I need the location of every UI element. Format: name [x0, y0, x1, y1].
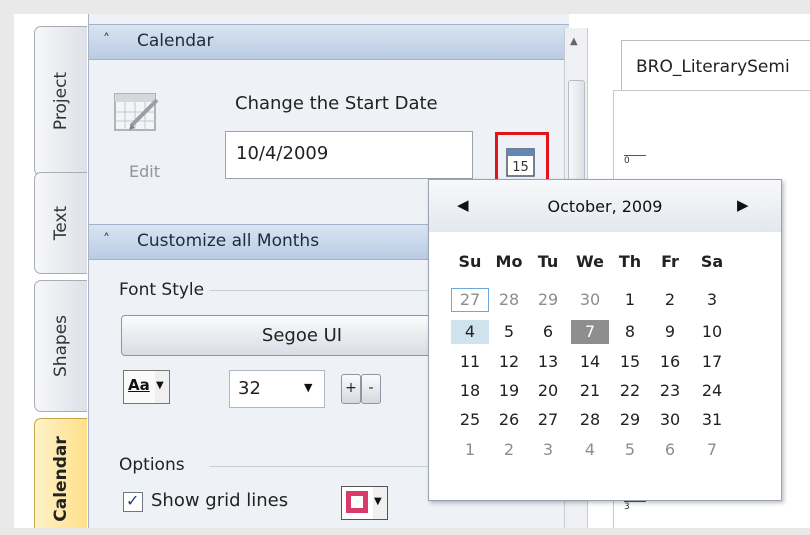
calendar-day[interactable]: 13 — [529, 350, 567, 374]
calendar-day[interactable]: 1 — [451, 438, 489, 462]
weekday-header: Sa — [700, 252, 724, 271]
collapse-chevron-icon[interactable]: ˄ — [103, 232, 110, 248]
ruler-marker: 0 — [624, 155, 646, 166]
calendar-edit-icon[interactable] — [111, 86, 163, 136]
document-tab-title: BRO_LiterarySemi — [636, 57, 790, 77]
weekday-header: Tu — [537, 252, 559, 271]
calendar-day[interactable]: 8 — [611, 320, 649, 344]
app-window: Project Text Shapes Calendar ˄ Calendar … — [14, 14, 810, 528]
calendar-day[interactable]: 27 — [451, 288, 489, 312]
chevron-down-icon: ▼ — [374, 496, 382, 507]
vertical-tab-strip: Project Text Shapes Calendar — [14, 14, 90, 528]
ruler-marker: 3 — [624, 501, 646, 512]
calendar-section-title: Calendar — [137, 31, 214, 51]
tab-project-label: Project — [51, 71, 71, 131]
grid-color-swatch-inner — [351, 496, 363, 508]
collapse-chevron-icon[interactable]: ˄ — [103, 32, 110, 48]
calendar-day[interactable]: 2 — [651, 288, 689, 312]
calendar-day[interactable]: 28 — [571, 408, 609, 432]
ruler-top-label: 0 — [624, 156, 630, 166]
calendar-day[interactable]: 14 — [571, 350, 609, 374]
calendar-day[interactable]: 21 — [571, 379, 609, 403]
calendar-day[interactable]: 7 — [571, 320, 609, 344]
calendar-day[interactable]: 5 — [490, 320, 528, 344]
tab-shapes[interactable]: Shapes — [34, 280, 87, 412]
checkmark-icon: ✓ — [126, 491, 140, 510]
calendar-day[interactable]: 17 — [693, 350, 731, 374]
calendar-day[interactable]: 27 — [529, 408, 567, 432]
calendar-day[interactable]: 23 — [651, 379, 689, 403]
highlight-box — [495, 132, 549, 183]
grid-color-dropdown[interactable]: ▼ — [373, 486, 388, 520]
calendar-day[interactable]: 29 — [611, 408, 649, 432]
calendar-day[interactable]: 7 — [693, 438, 731, 462]
font-color-button[interactable]: Aa — [123, 370, 157, 404]
grid-color-button[interactable] — [341, 486, 375, 520]
date-picker-popup: ◀ October, 2009 ▶ Su Mo Tu We Th Fr Sa 27 28 29 3… — [428, 179, 782, 501]
date-picker-header: ◀ October, 2009 ▶ — [429, 180, 781, 232]
calendar-day[interactable]: 24 — [693, 379, 731, 403]
weekday-header: Su — [458, 252, 482, 271]
calendar-day[interactable]: 28 — [490, 288, 528, 312]
tab-calendar[interactable]: Calendar — [34, 418, 87, 528]
month-title[interactable]: October, 2009 — [429, 197, 781, 216]
increase-font-size-button[interactable]: + — [341, 374, 361, 404]
calendar-day[interactable]: 30 — [651, 408, 689, 432]
font-color-dropdown[interactable]: ▼ — [155, 370, 170, 404]
tab-text[interactable]: Text — [34, 172, 87, 274]
calendar-day[interactable]: 12 — [490, 350, 528, 374]
calendar-day[interactable]: 31 — [693, 408, 731, 432]
calendar-day[interactable]: 29 — [529, 288, 567, 312]
calendar-day[interactable]: 2 — [490, 438, 528, 462]
tab-text-label: Text — [51, 205, 71, 241]
calendar-day[interactable]: 1 — [611, 288, 649, 312]
weekday-header: Th — [618, 252, 642, 271]
ruler-bottom-label: 3 — [624, 502, 630, 512]
start-date-value: 10/4/2009 — [236, 143, 329, 164]
scroll-up-icon[interactable]: ▲ — [570, 36, 578, 47]
calendar-day[interactable]: 4 — [571, 438, 609, 462]
calendar-day[interactable]: 15 — [611, 350, 649, 374]
calendar-day[interactable]: 16 — [651, 350, 689, 374]
calendar-day[interactable]: 25 — [451, 408, 489, 432]
customize-section-title: Customize all Months — [137, 231, 320, 251]
tab-shapes-label: Shapes — [51, 314, 71, 378]
calendar-day[interactable]: 11 — [451, 350, 489, 374]
weekday-header: Mo — [495, 252, 523, 271]
calendar-day[interactable]: 10 — [693, 320, 731, 344]
calendar-day[interactable]: 6 — [529, 320, 567, 344]
chevron-down-icon: ▼ — [156, 380, 164, 391]
font-size-value: 32 — [238, 378, 261, 399]
start-date-label: Change the Start Date — [235, 93, 438, 114]
font-size-select[interactable]: 32 ▼ — [229, 370, 325, 408]
next-month-arrow-icon[interactable]: ▶ — [737, 196, 749, 214]
calendar-day[interactable]: 4 — [451, 320, 489, 344]
calendar-day[interactable]: 26 — [490, 408, 528, 432]
weekday-header: We — [576, 252, 604, 271]
calendar-day[interactable]: 5 — [611, 438, 649, 462]
show-grid-lines-checkbox[interactable]: ✓ — [123, 491, 143, 512]
weekday-header: Fr — [661, 252, 679, 271]
show-grid-lines-label[interactable]: Show grid lines — [151, 490, 288, 511]
calendar-day[interactable]: 22 — [611, 379, 649, 403]
options-label: Options — [119, 455, 185, 475]
font-color-icon: Aa — [128, 376, 150, 394]
edit-label: Edit — [129, 162, 160, 181]
chevron-down-icon: ▼ — [304, 381, 313, 394]
calendar-day[interactable]: 20 — [529, 379, 567, 403]
decrease-font-size-button[interactable]: - — [361, 374, 381, 404]
calendar-day[interactable]: 19 — [490, 379, 528, 403]
calendar-day[interactable]: 6 — [651, 438, 689, 462]
calendar-day[interactable]: 9 — [651, 320, 689, 344]
calendar-day[interactable]: 3 — [693, 288, 731, 312]
tab-calendar-label: Calendar — [51, 436, 71, 522]
tab-project[interactable]: Project — [34, 26, 87, 176]
calendar-day[interactable]: 3 — [529, 438, 567, 462]
calendar-day[interactable]: 18 — [451, 379, 489, 403]
document-tab[interactable]: BRO_LiterarySemi — [621, 40, 810, 91]
calendar-section-header[interactable]: ˄ Calendar — [89, 24, 569, 60]
start-date-input[interactable]: 10/4/2009 — [225, 131, 473, 179]
calendar-day[interactable]: 30 — [571, 288, 609, 312]
font-style-label: Font Style — [119, 280, 205, 300]
